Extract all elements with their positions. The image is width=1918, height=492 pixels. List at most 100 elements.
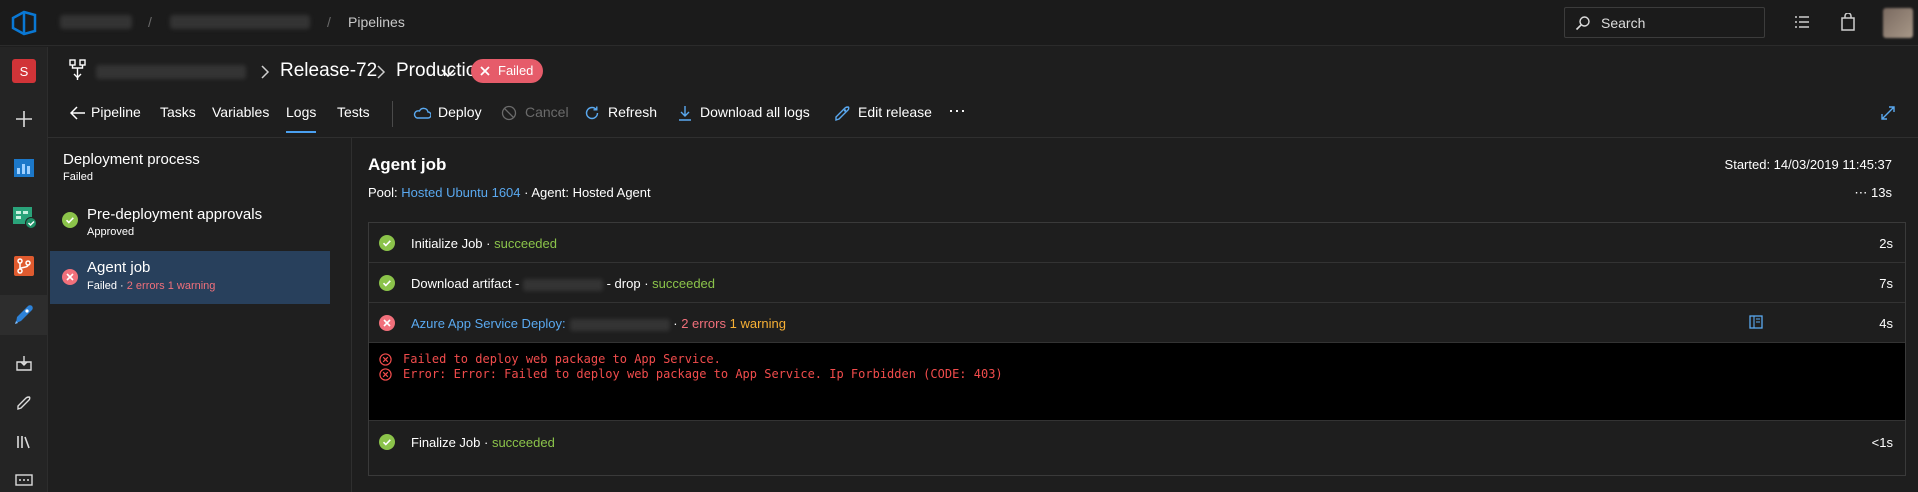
task-name-prefix: Download artifact - bbox=[411, 276, 523, 291]
error-x-icon bbox=[62, 269, 78, 285]
deploy-button[interactable]: Deploy bbox=[438, 104, 482, 120]
task-duration: 4s bbox=[1879, 316, 1893, 331]
task-name: Azure App Service Deploy: · 2 errors 1 w… bbox=[411, 316, 786, 331]
command-bar: Pipeline Tasks Variables Logs Tests Depl… bbox=[48, 93, 1918, 135]
cancel-button[interactable]: Cancel bbox=[525, 104, 569, 120]
task-list: Initialize Job · succeeded 2s Download a… bbox=[368, 222, 1906, 476]
job-duration: ⋯ 13s bbox=[1854, 185, 1892, 200]
pre-deployment-approvals[interactable]: Pre-deployment approvals bbox=[87, 206, 262, 223]
task-name-link[interactable]: Azure App Service Deploy: bbox=[411, 316, 566, 331]
task-duration: 7s bbox=[1879, 276, 1893, 291]
dot-separator: · bbox=[669, 316, 682, 331]
success-check-icon bbox=[62, 212, 78, 228]
task-row[interactable]: Initialize Job · succeeded 2s bbox=[369, 223, 1905, 263]
task-name: Download artifact - - drop · succeeded bbox=[411, 276, 715, 291]
approvals-status: Approved bbox=[87, 226, 135, 238]
pipeline-name-blurred[interactable] bbox=[96, 65, 246, 79]
task-duration: 2s bbox=[1879, 236, 1893, 251]
tab-pipeline[interactable]: Pipeline bbox=[91, 104, 141, 120]
dot-separator: · bbox=[640, 276, 653, 291]
job-pool-info: Pool: Hosted Ubuntu 1604 · Agent: Hosted… bbox=[368, 185, 651, 200]
app-service-name-blurred bbox=[569, 318, 670, 331]
deployment-process-title[interactable]: Deployment process bbox=[63, 151, 200, 168]
expand-icon[interactable] bbox=[1880, 105, 1896, 121]
task-name-suffix: - drop bbox=[603, 276, 641, 291]
rocket-icon bbox=[835, 106, 850, 121]
breadcrumb-separator: / bbox=[327, 14, 331, 30]
task-duration: <1s bbox=[1871, 435, 1893, 450]
overview-icon[interactable] bbox=[0, 148, 48, 188]
success-check-icon bbox=[379, 235, 395, 251]
log-console: Failed to deploy web package to App Serv… bbox=[369, 343, 1905, 421]
release-name[interactable]: Release-72 bbox=[280, 60, 377, 82]
shopping-bag-icon[interactable] bbox=[1840, 13, 1856, 31]
refresh-button[interactable]: Refresh bbox=[608, 104, 657, 120]
releases-rocket-icon[interactable] bbox=[0, 383, 48, 423]
tab-variables[interactable]: Variables bbox=[212, 104, 269, 120]
task-warnings: 1 warning bbox=[729, 316, 786, 331]
dot-separator: · bbox=[480, 435, 492, 450]
tab-tasks[interactable]: Tasks bbox=[160, 104, 196, 120]
dot-separator: · bbox=[482, 236, 495, 251]
refresh-icon bbox=[585, 106, 599, 120]
view-log-icon[interactable] bbox=[1749, 315, 1763, 329]
project-avatar[interactable]: S bbox=[0, 51, 48, 91]
task-name-text: Finalize Job bbox=[411, 435, 481, 450]
toolbar-divider bbox=[392, 101, 393, 127]
task-row[interactable]: Azure App Service Deploy: · 2 errors 1 w… bbox=[369, 303, 1905, 343]
task-name: Finalize Job · succeeded bbox=[411, 435, 555, 450]
chevron-right-icon bbox=[261, 65, 270, 79]
task-status: succeeded bbox=[652, 276, 716, 291]
boards-icon[interactable] bbox=[0, 197, 48, 237]
task-name: Initialize Job · succeeded bbox=[411, 236, 557, 251]
list-icon[interactable] bbox=[1793, 13, 1811, 31]
search-label: Search bbox=[1601, 15, 1646, 31]
download-all-logs-button[interactable]: Download all logs bbox=[700, 104, 810, 120]
task-status: succeeded bbox=[491, 435, 555, 450]
pipelines-icon[interactable] bbox=[0, 295, 48, 335]
user-avatar[interactable] bbox=[1883, 8, 1913, 38]
library-icon[interactable] bbox=[0, 422, 48, 462]
deployment-process-status: Failed bbox=[63, 171, 93, 183]
organization-breadcrumb[interactable] bbox=[60, 15, 132, 29]
status-separator: · bbox=[116, 280, 127, 292]
task-name-text: Initialize Job bbox=[411, 236, 483, 251]
repos-icon[interactable] bbox=[0, 246, 48, 286]
project-breadcrumb[interactable] bbox=[170, 15, 310, 29]
close-circle-icon bbox=[480, 66, 490, 76]
breadcrumb-pipelines[interactable]: Pipelines bbox=[348, 14, 405, 30]
task-groups-icon[interactable] bbox=[0, 460, 48, 492]
download-icon bbox=[679, 106, 691, 121]
success-check-icon bbox=[379, 275, 395, 291]
tab-logs[interactable]: Logs bbox=[286, 104, 317, 133]
error-x-icon bbox=[379, 353, 392, 366]
more-actions-button[interactable]: ⋯ bbox=[948, 101, 966, 122]
success-check-icon bbox=[379, 434, 395, 450]
tab-tests[interactable]: Tests bbox=[337, 104, 370, 120]
log-line: Failed to deploy web package to App Serv… bbox=[403, 352, 721, 366]
agent-job-step-selected[interactable]: Agent job Failed · 2 errors 1 warning bbox=[50, 251, 330, 304]
azure-devops-logo[interactable] bbox=[10, 10, 38, 36]
task-status: succeeded bbox=[494, 236, 557, 251]
left-navigation: S bbox=[0, 47, 48, 492]
cancel-icon bbox=[501, 105, 517, 121]
breadcrumb-separator: / bbox=[148, 14, 152, 30]
release-pipeline-icon bbox=[69, 59, 86, 80]
chevron-down-icon[interactable] bbox=[441, 68, 455, 78]
task-row[interactable]: Finalize Job · succeeded <1s bbox=[369, 422, 1905, 462]
status-badge: Failed bbox=[471, 59, 544, 83]
artifacts-icon[interactable] bbox=[0, 343, 48, 383]
job-log-panel: Agent job Started: 14/03/2019 11:45:37 P… bbox=[352, 138, 1918, 492]
chevron-right-icon bbox=[377, 65, 386, 79]
search-box[interactable]: Search bbox=[1564, 7, 1765, 38]
agent-job-status-text: Failed bbox=[87, 280, 117, 292]
log-line: Error: Error: Failed to deploy web packa… bbox=[403, 367, 1003, 381]
pool-label: Pool: bbox=[368, 185, 398, 200]
deployment-steps-panel: Deployment process Failed Pre-deployment… bbox=[48, 138, 352, 492]
pool-link[interactable]: Hosted Ubuntu 1604 bbox=[401, 185, 520, 200]
add-icon[interactable] bbox=[0, 99, 48, 139]
edit-release-button[interactable]: Edit release bbox=[858, 104, 932, 120]
task-row[interactable]: Download artifact - - drop · succeeded 7… bbox=[369, 263, 1905, 303]
back-arrow-icon[interactable] bbox=[70, 106, 86, 120]
artifact-name-blurred bbox=[523, 278, 603, 291]
